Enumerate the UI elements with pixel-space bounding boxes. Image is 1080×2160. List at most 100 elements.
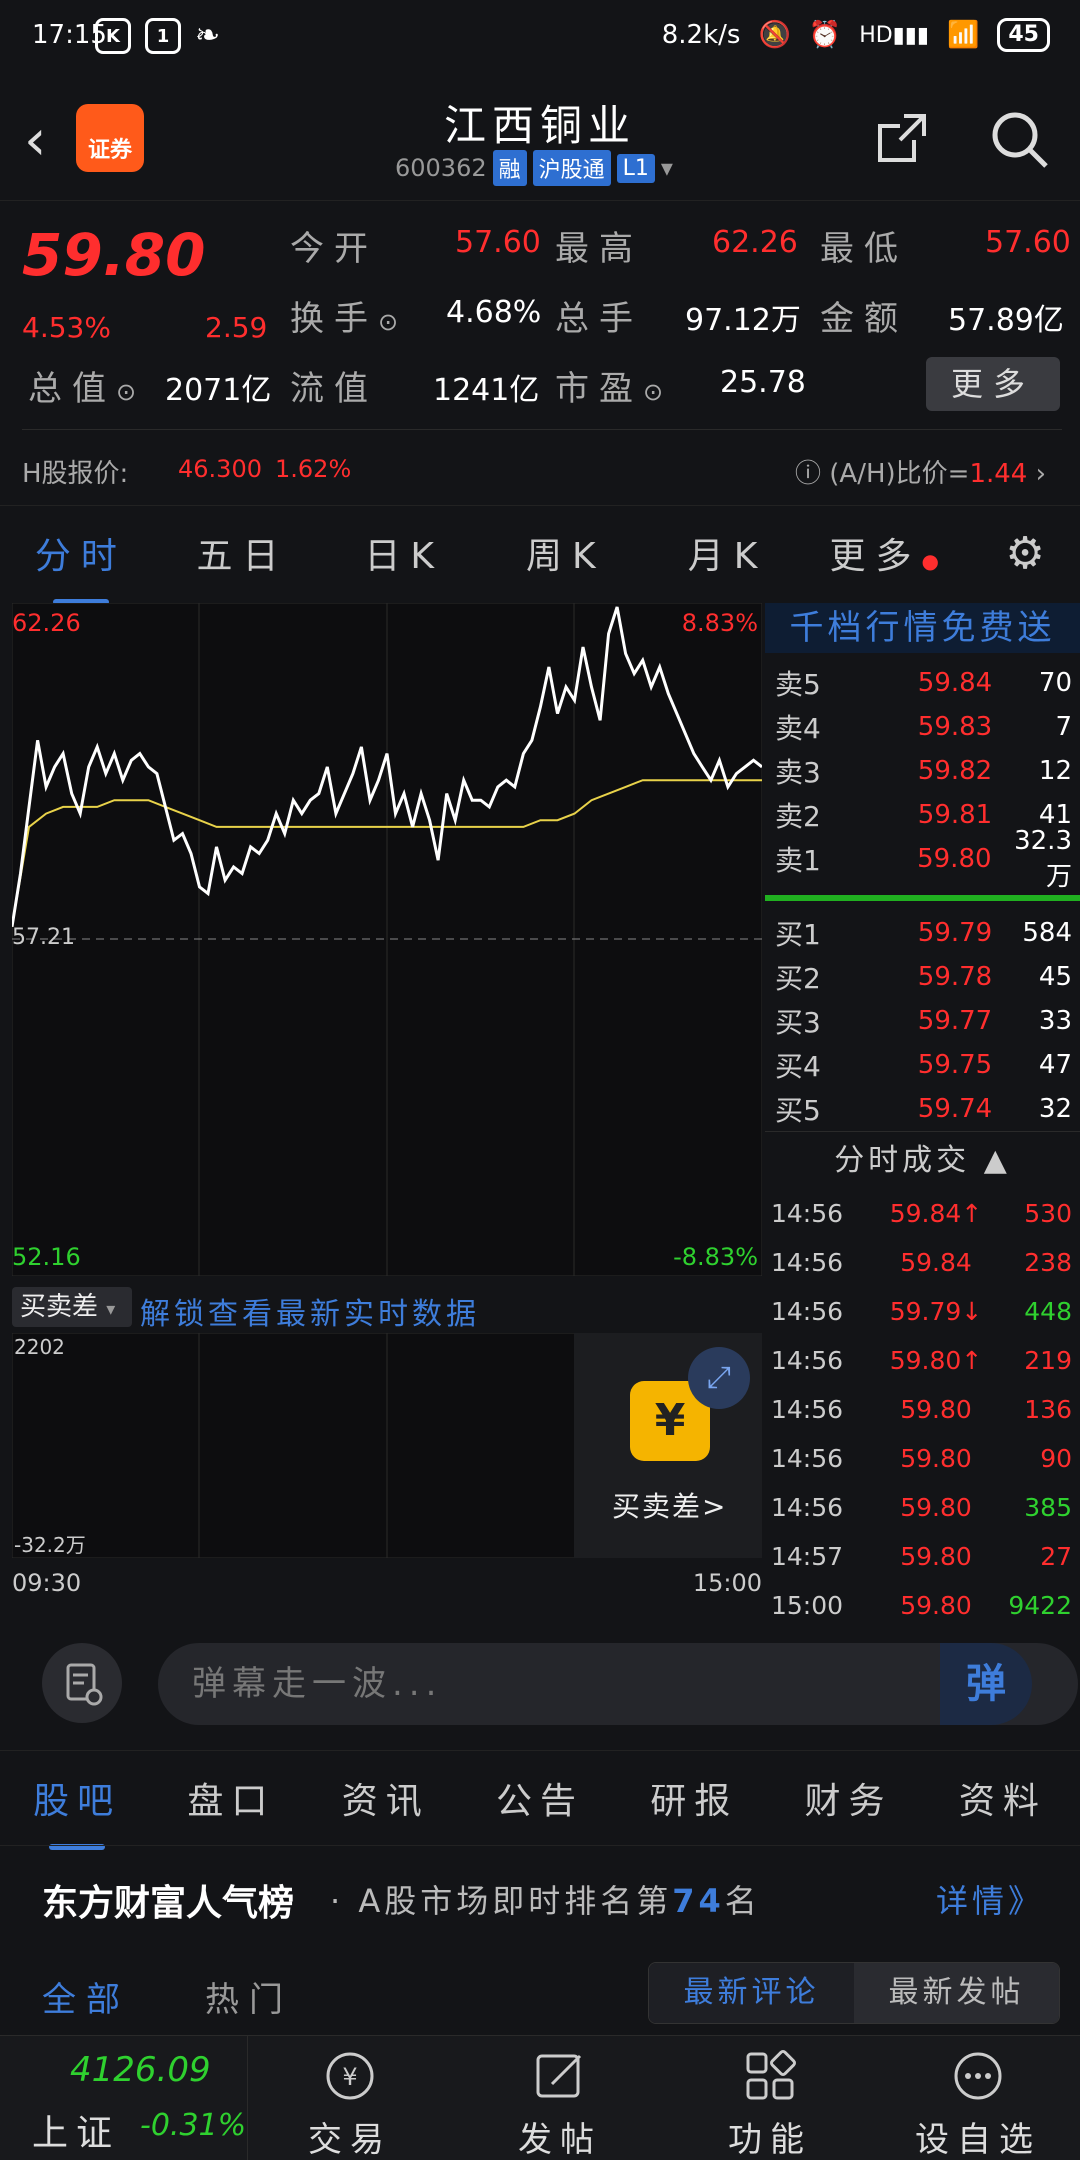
unlock-link[interactable]: 解锁查看最新实时数据 [140,1289,480,1333]
chevron-right-icon: › [1027,459,1046,489]
bid-name: 买4 [775,1050,821,1083]
stock-subline[interactable]: 600362 融 沪股通 L1 ▾ [395,150,673,186]
stock-code: 600362 [395,154,487,182]
nav-trade-label: 交易 [308,2120,392,2160]
filter-hot[interactable]: 热门 [205,1972,293,2021]
mute-icon: 🔕 [758,20,791,50]
nav-functions[interactable]: 功能 [670,2036,870,2160]
filter-all[interactable]: 全部 [42,1972,130,2021]
more-button[interactable]: 更多 [926,357,1060,411]
info-icon: ⊙ [116,378,137,406]
tab-daily-k[interactable]: 日K [323,527,485,579]
indicator-chart[interactable]: 2202 -32.2万 ¥ ⤢ 买卖差> [11,1332,763,1559]
trade-row: 14:56 59.84↑ 530 [765,1189,1080,1238]
bid-price: 59.78 [917,962,993,992]
tab-monthly-k[interactable]: 月K [647,527,809,579]
app-notify-icon: K [95,18,131,54]
nav-add-watchlist[interactable]: 设自选 [878,2036,1078,2160]
sort-latest-comment[interactable]: 最新评论 [649,1963,854,2023]
tab-research[interactable]: 研报 [617,1772,771,1824]
index-ticker[interactable]: 4126.09 上证 -0.31% [0,2036,248,2160]
ah-ratio[interactable]: ⓘ (A/H)比价=1.44 › [795,453,1046,490]
pe-value: 25.78 [720,365,806,400]
turnover-label[interactable]: 换手⊙ [290,291,398,340]
trade-volume: 385 [1024,1493,1072,1522]
chart-svg [10,602,763,1277]
bid-row: 买3 59.77 33 [765,999,1080,1043]
ask-row: 卖1 59.80 32.3万 [765,826,1080,892]
ask-row: 卖4 59.83 7 [765,705,1080,749]
tab-forum[interactable]: 股吧 [0,1772,154,1824]
search-icon[interactable] [988,108,1050,170]
trade-price: 59.80 [900,1542,972,1571]
tab-handicap[interactable]: 盘口 [154,1772,308,1824]
tab-intraday[interactable]: 分时 [0,527,162,579]
ask-name: 卖4 [775,712,821,745]
nav-functions-label: 功能 [728,2120,812,2160]
pe-label[interactable]: 市盈⊙ [555,361,663,410]
tab-news[interactable]: 资讯 [309,1772,463,1824]
trades-header[interactable]: 分时成交 ▲ [765,1131,1080,1189]
indicator-selector[interactable]: 买卖差 ▾ [12,1287,132,1327]
tab-weekly-k[interactable]: 周K [485,527,647,579]
trade-time: 14:56 [771,1493,844,1522]
promo-link[interactable]: 买卖差> [612,1485,727,1525]
tab-finance[interactable]: 财务 [771,1772,925,1824]
comment-bar: 弹幕走一波... 弹 [0,1615,1080,1745]
popularity-suffix: 名 [724,1882,761,1920]
notification-icons: K 1 ❧ [95,18,220,54]
spread-divider [765,895,1080,901]
popularity-details-link[interactable]: 详情》 [936,1876,1044,1922]
chart-tab-bar: 分时 五日 日K 周K 月K 更多● ⚙ [0,505,1080,600]
trades-header-label: 分时成交 [834,1143,971,1178]
info-icon: ⊙ [643,378,664,406]
change-percent: 4.53% [22,311,111,344]
ask-price: 59.82 [917,756,993,786]
svg-text:¥: ¥ [342,2063,357,2091]
bid-volume: 45 [1038,962,1072,992]
popularity-rank: 74 [672,1882,725,1920]
current-price: 59.80 [22,221,206,289]
trade-row: 14:56 59.80 385 [765,1483,1080,1532]
trade-price: 59.80 [900,1395,972,1424]
tab-more[interactable]: 更多● [808,527,970,579]
ask-name: 卖2 [775,800,821,833]
trades-list: 14:56 59.84↑ 530 14:56 59.84 238 14:56 59.79↓ 44… [765,1189,1080,1630]
trade-volume: 448 [1024,1297,1072,1326]
nav-trade[interactable]: ¥ 交易 [250,2036,450,2160]
nav-post[interactable]: 发帖 [460,2036,660,2160]
ask-name: 卖1 [775,844,821,877]
calendar-icon: 1 [145,18,181,54]
tab-five-day[interactable]: 五日 [162,527,324,579]
bid-volume: 32 [1038,1094,1072,1124]
trade-yen-icon: ¥ [326,2052,374,2100]
float-cap-label: 流值 [290,369,378,409]
trade-volume: 90 [1040,1444,1072,1473]
status-bar: 17:15 K 1 ❧ 8.2k/s 🔕 ⏰ HD▮▮▮ 📶 45 [0,0,1080,75]
popularity-banner[interactable]: 东方财富人气榜 · A股市场即时排名第74名 详情》 [0,1845,1080,1945]
danmaku-settings-icon[interactable] [42,1643,122,1723]
tab-announcements[interactable]: 公告 [463,1772,617,1824]
caret-up-icon: ▲ [983,1143,1011,1178]
danmaku-send-button[interactable]: 弹 [940,1643,1032,1725]
ah-ratio-value: 1.44 [969,459,1028,489]
sort-latest-post[interactable]: 最新发帖 [854,1963,1059,2023]
trade-volume: 27 [1040,1542,1072,1571]
y-low-label: 52.16 [12,1243,81,1271]
order-book-banner[interactable]: 千档行情免费送 [765,603,1080,653]
expand-icon[interactable]: ⤢ [688,1347,750,1409]
h-share-label[interactable]: H股报价: [22,453,128,490]
info-icon: ⊙ [378,308,399,336]
info-tab-bar: 股吧 盘口 资讯 公告 研报 财务 资料 [0,1750,1080,1845]
bid-volume: 33 [1038,1006,1072,1036]
intraday-chart[interactable]: 62.26 8.83% 57.21 52.16 -8.83% [10,602,763,1277]
share-icon[interactable] [874,110,930,166]
trade-price: 59.80 [900,1444,972,1473]
bid-price: 59.77 [917,1006,993,1036]
market-cap-label[interactable]: 总值⊙ [28,361,136,410]
trade-volume: 238 [1024,1248,1072,1277]
divider [22,429,1062,430]
level-tag: L1 [616,153,655,183]
tab-profile[interactable]: 资料 [926,1772,1080,1824]
settings-gear-icon[interactable]: ⚙ [970,528,1080,579]
